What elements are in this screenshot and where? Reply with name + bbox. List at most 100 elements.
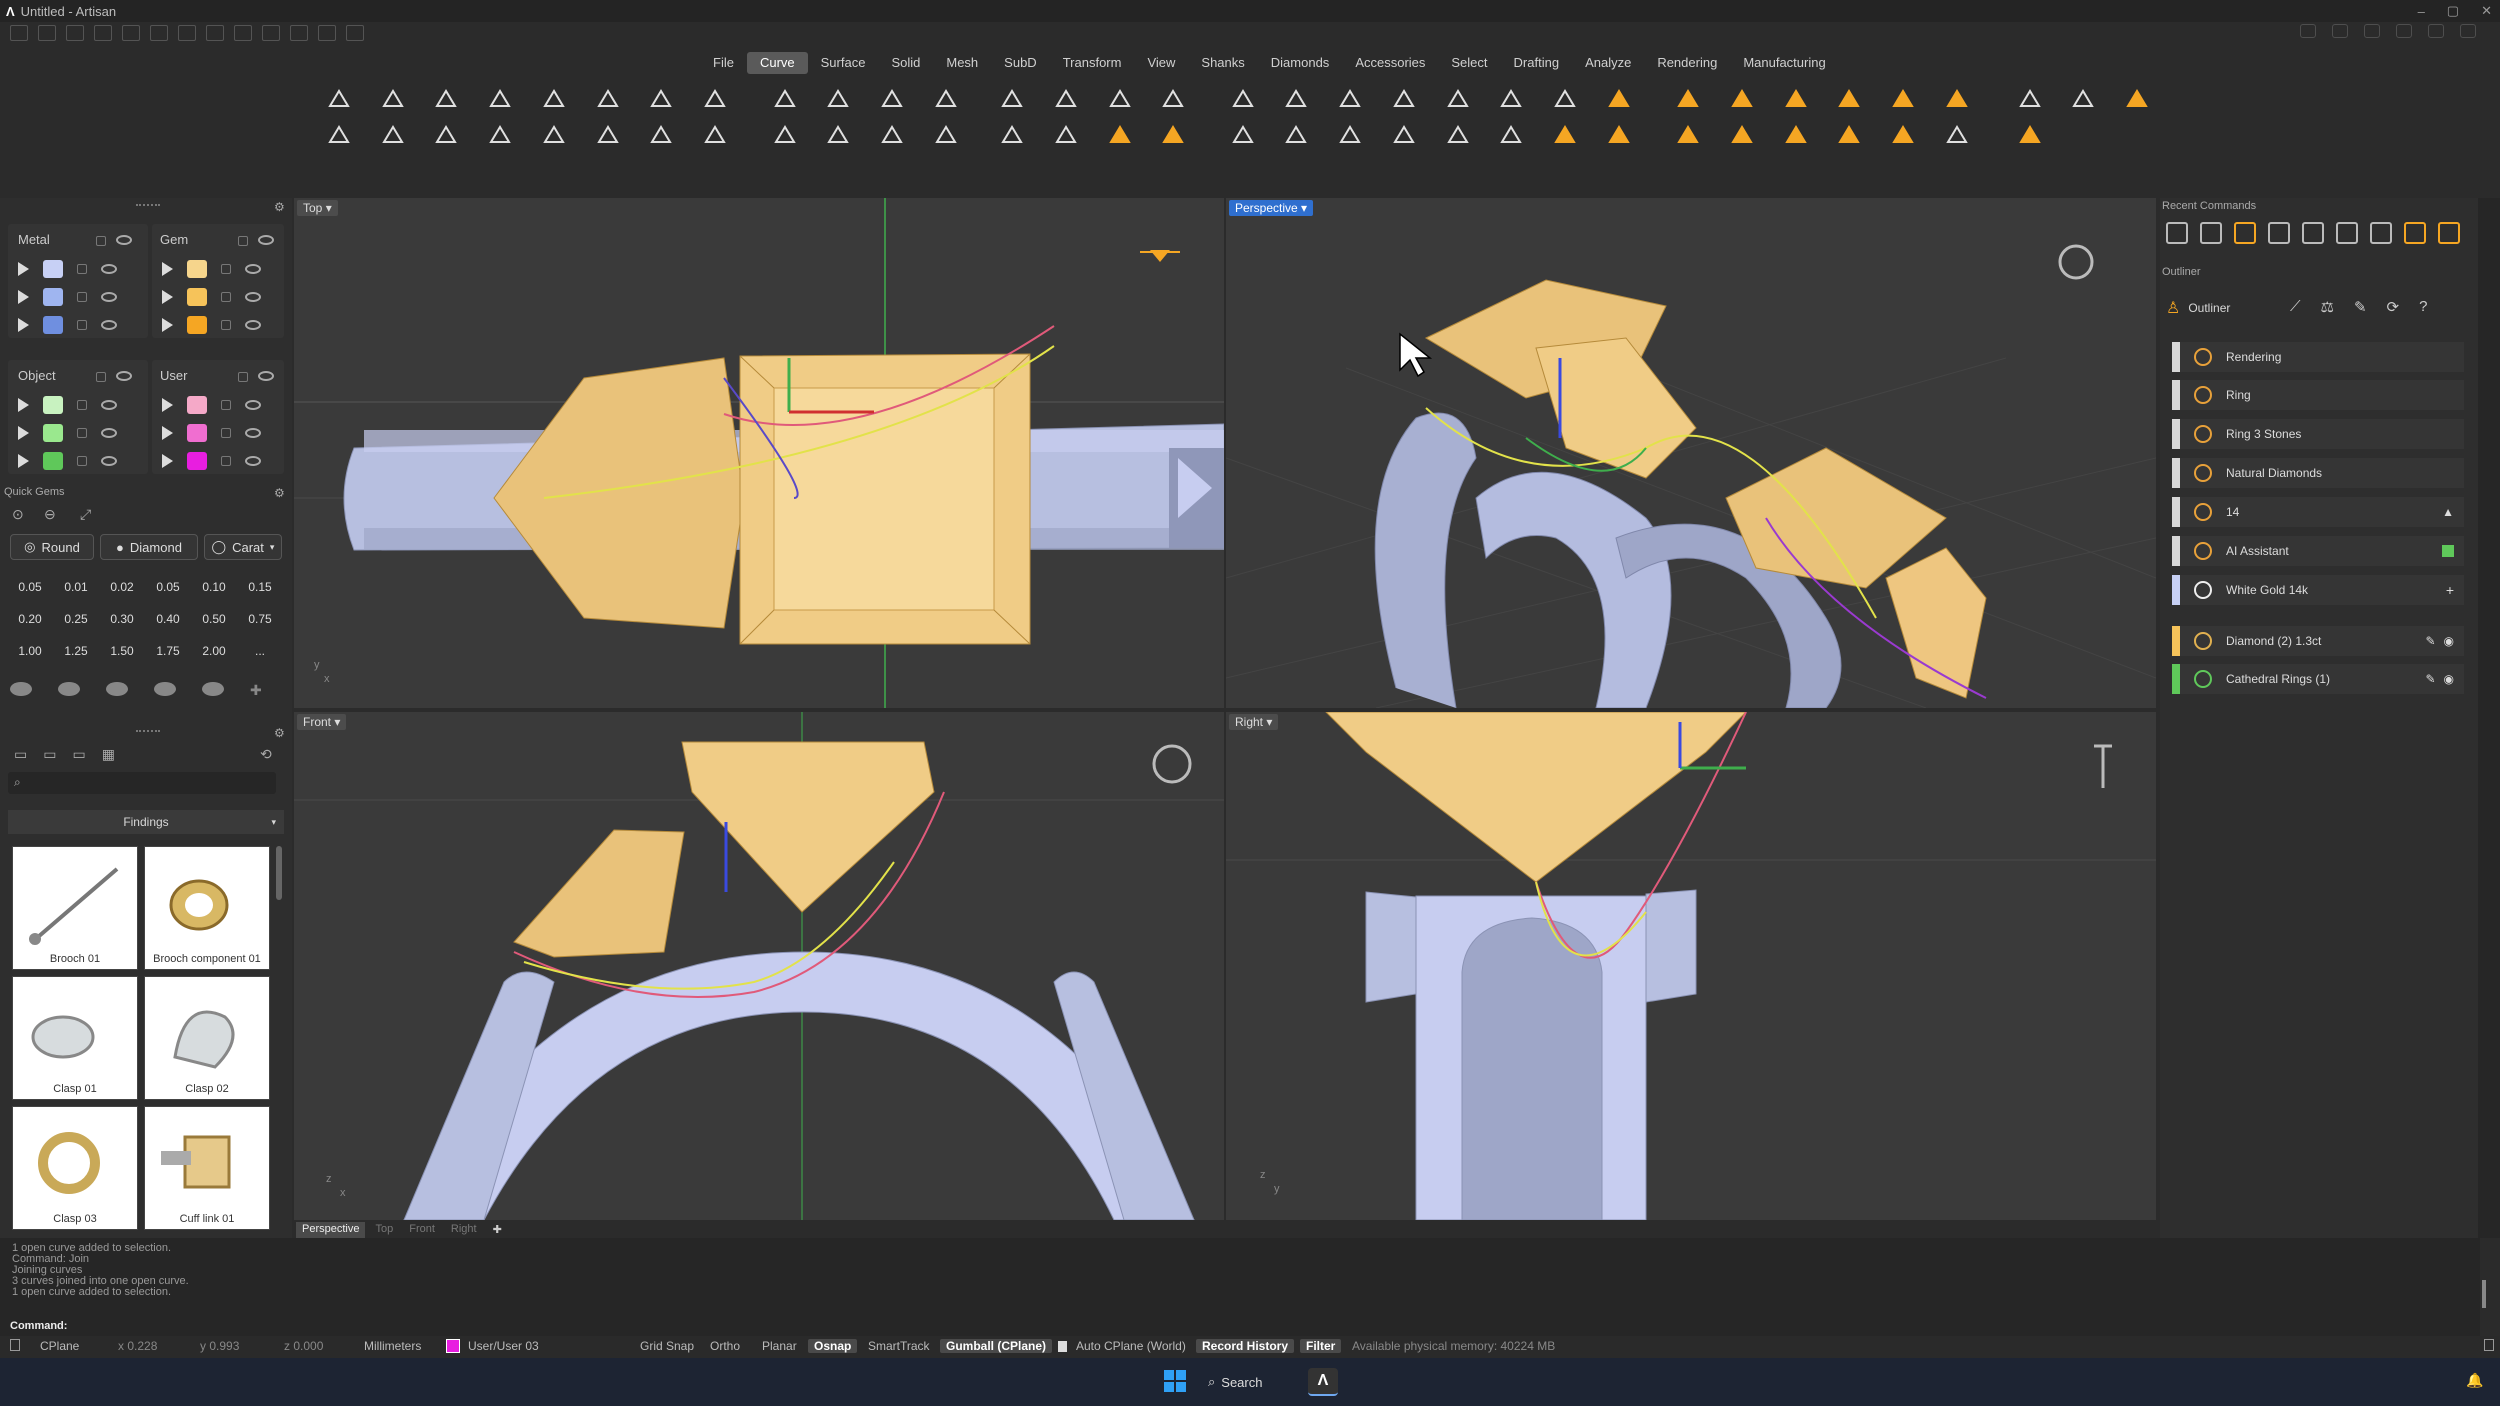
layer-color-swatch[interactable]: [187, 288, 207, 306]
outliner-item[interactable]: AI Assistant: [2172, 536, 2464, 566]
notification-bell-icon[interactable]: 🔔: [2466, 1372, 2483, 1389]
baguette-icon[interactable]: [1777, 116, 1815, 154]
play-icon[interactable]: [162, 426, 173, 440]
info-icon[interactable]: [2396, 24, 2412, 38]
import-icon[interactable]: [94, 25, 112, 41]
menu-item-transform[interactable]: Transform: [1050, 52, 1135, 74]
panel-toggle-icon[interactable]: [10, 1339, 20, 1351]
cutter-icon[interactable]: [1777, 80, 1815, 118]
edit-icon[interactable]: ✎: [2425, 634, 2435, 648]
menu-item-shanks[interactable]: Shanks: [1188, 52, 1257, 74]
lock-icon[interactable]: [77, 428, 87, 438]
layer-color-swatch[interactable]: [43, 316, 63, 334]
eye-icon[interactable]: [101, 400, 117, 410]
line-icon[interactable]: [374, 80, 412, 118]
layer-color-swatch[interactable]: [43, 288, 63, 306]
gem-shape-icon[interactable]: [10, 682, 32, 696]
bend-icon[interactable]: [819, 116, 857, 154]
recent-point-icon[interactable]: [2268, 222, 2290, 244]
layer-color-swatch[interactable]: [187, 260, 207, 278]
gem-size-button[interactable]: 0.25: [56, 606, 96, 632]
menu-item-select[interactable]: Select: [1438, 52, 1500, 74]
menu-item-manufacturing[interactable]: Manufacturing: [1730, 52, 1838, 74]
curve-icon[interactable]: [535, 80, 573, 118]
save-as-icon[interactable]: [206, 25, 224, 41]
helix-icon[interactable]: [642, 80, 680, 118]
trillion-icon[interactable]: [1723, 116, 1761, 154]
lock-icon[interactable]: [77, 456, 87, 466]
link-icon[interactable]: [2460, 24, 2476, 38]
pave-icon[interactable]: [1938, 80, 1976, 118]
library-item[interactable]: Clasp 01: [12, 976, 138, 1100]
balance-icon[interactable]: ⚖: [2321, 298, 2334, 316]
gem-size-button[interactable]: 0.75: [240, 606, 280, 632]
gem-size-button[interactable]: 0.20: [10, 606, 50, 632]
account-icon[interactable]: [2428, 24, 2444, 38]
eye-icon[interactable]: ◉: [2444, 634, 2454, 648]
gem-size-button[interactable]: 0.40: [148, 606, 188, 632]
viewport-tab-right[interactable]: Right: [445, 1222, 483, 1238]
pick-icon[interactable]: ⤢: [80, 506, 91, 523]
add-gem-icon[interactable]: ✚: [250, 682, 272, 698]
divide-icon[interactable]: [1385, 116, 1423, 154]
viewport-perspective[interactable]: Perspective ▾: [1226, 198, 2156, 708]
outliner-item[interactable]: Cathedral Rings (1) ✎ ◉: [2172, 664, 2464, 694]
play-icon[interactable]: [162, 318, 173, 332]
rectangle-icon[interactable]: [374, 116, 412, 154]
gem-size-button[interactable]: 0.30: [102, 606, 142, 632]
eye-icon[interactable]: [258, 235, 274, 245]
menu-item-solid[interactable]: Solid: [878, 52, 933, 74]
help-icon[interactable]: ?: [2419, 298, 2427, 316]
gumball-toggle[interactable]: Gumball (CPlane): [940, 1339, 1053, 1353]
layer-row[interactable]: [18, 424, 117, 442]
bezel-icon[interactable]: [1600, 80, 1638, 118]
eye-icon[interactable]: [116, 235, 132, 245]
open-file-icon[interactable]: [66, 25, 84, 41]
menu-item-surface[interactable]: Surface: [808, 52, 879, 74]
circle-icon[interactable]: [320, 116, 358, 154]
gem-size-button[interactable]: 0.15: [240, 574, 280, 600]
plugin-icon[interactable]: [346, 25, 364, 41]
command-scrollbar[interactable]: [2482, 1280, 2486, 1308]
settings-icon[interactable]: [318, 25, 336, 41]
rebuild-icon[interactable]: [1439, 80, 1477, 118]
angle-icon[interactable]: [1224, 116, 1262, 154]
viewport-label-perspective[interactable]: Perspective ▾: [1229, 200, 1314, 216]
outliner-item[interactable]: Ring: [2172, 380, 2464, 410]
layer-row[interactable]: [162, 396, 261, 414]
shape-round-button[interactable]: ◎ Round: [10, 534, 94, 560]
point-icon[interactable]: [320, 80, 358, 118]
recent-polyline-icon[interactable]: [2166, 222, 2188, 244]
layer-color-swatch[interactable]: [187, 424, 207, 442]
gem-size-button[interactable]: 2.00: [194, 638, 234, 664]
viewport-tab-top[interactable]: Top: [369, 1222, 399, 1238]
new-file-icon[interactable]: [10, 25, 28, 41]
gem-size-button[interactable]: 1.00: [10, 638, 50, 664]
outliner-item[interactable]: Natural Diamonds: [2172, 458, 2464, 488]
eye-icon[interactable]: [245, 292, 261, 302]
gem-size-button[interactable]: 0.02: [102, 574, 142, 600]
notification-icon[interactable]: [2300, 24, 2316, 38]
filter-toggle[interactable]: Filter: [1300, 1339, 1342, 1353]
library-item[interactable]: Clasp 03: [12, 1106, 138, 1230]
polygon-icon[interactable]: [481, 116, 519, 154]
hatch-icon[interactable]: [696, 80, 734, 118]
gem-size-button[interactable]: 0.05: [148, 574, 188, 600]
new-template-icon[interactable]: [38, 25, 56, 41]
panel-toggle-icon[interactable]: [2484, 1339, 2494, 1351]
import-folder-icon[interactable]: ▭: [72, 746, 85, 763]
cplane-label[interactable]: CPlane: [40, 1339, 79, 1353]
eye-icon[interactable]: [116, 371, 132, 381]
layer-row[interactable]: [162, 260, 261, 278]
library-item[interactable]: Brooch component 01: [144, 846, 270, 970]
layer-color-swatch[interactable]: [187, 452, 207, 470]
fillet-curve-icon[interactable]: [1154, 80, 1192, 118]
folder-icon[interactable]: ▭: [14, 746, 27, 763]
gem-shape-icon[interactable]: [202, 682, 224, 696]
step-icon[interactable]: [1277, 116, 1315, 154]
layer-row[interactable]: [18, 288, 117, 306]
eye-icon[interactable]: [101, 292, 117, 302]
grid-curve-icon[interactable]: [642, 116, 680, 154]
gem-place-icon[interactable]: [1101, 116, 1139, 154]
menu-item-view[interactable]: View: [1134, 52, 1188, 74]
